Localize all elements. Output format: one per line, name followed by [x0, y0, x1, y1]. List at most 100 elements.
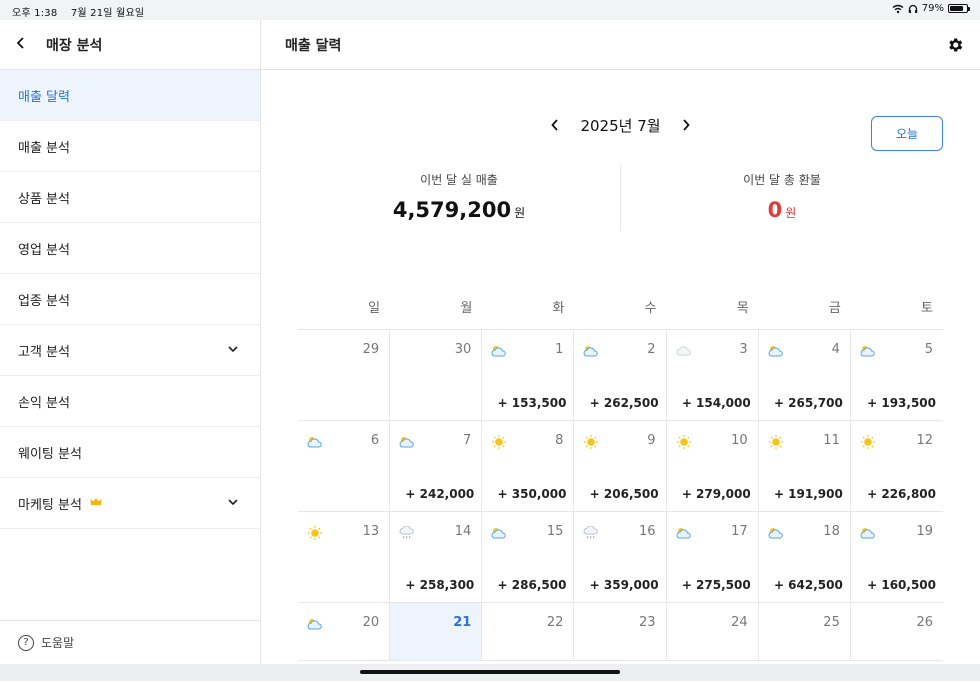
- weekday-header: 일월화수목금토: [298, 285, 943, 330]
- sidebar-item-label: 손익 분석: [18, 395, 70, 411]
- calendar-day-cell[interactable]: 11 + 191,900: [758, 421, 851, 512]
- day-number: 6: [370, 433, 380, 448]
- day-number: 19: [916, 524, 933, 539]
- refund-stat: 이번 달 총 환불 0원: [621, 165, 943, 222]
- day-number: 5: [924, 342, 933, 357]
- sidebar-item-0[interactable]: 매출 달력: [0, 70, 260, 121]
- sidebar: 매장 분석 매출 달력 매출 분석상품 분석영업 분석업종 분석고객 분석손익 분…: [0, 20, 261, 664]
- calendar-day-cell[interactable]: 6: [298, 421, 391, 512]
- question-icon: ?: [18, 634, 34, 651]
- calendar-day-cell[interactable]: 29: [298, 330, 391, 421]
- calendar-day-cell[interactable]: 8 + 350,000: [482, 421, 575, 512]
- calendar-day-cell[interactable]: 16 + 359,000: [574, 512, 667, 603]
- calendar-day-cell[interactable]: 22: [482, 603, 575, 661]
- sidebar-title: 매장 분석: [46, 37, 103, 54]
- sidebar-item-label: 업종 분석: [18, 293, 70, 309]
- calendar-day-cell[interactable]: 4 + 265,700: [758, 330, 851, 421]
- status-time: 오후 1:38: [12, 8, 58, 19]
- back-button[interactable]: [16, 34, 36, 55]
- calendar-grid: 29 30 1 + 153,500 2 + 262,500 3 + 154,000 4 + 265…: [298, 330, 943, 661]
- next-month-button[interactable]: [677, 119, 695, 135]
- prev-month-button[interactable]: [546, 119, 564, 135]
- sidebar-item-3[interactable]: 영업 분석: [0, 223, 260, 274]
- day-sales-amount: + 359,000: [589, 578, 659, 592]
- day-sales-amount: + 286,500: [497, 578, 567, 592]
- day-number: 22: [546, 615, 564, 630]
- chevron-right-icon: [683, 119, 691, 131]
- day-number: 24: [731, 615, 748, 630]
- day-number: 8: [555, 433, 564, 448]
- day-number: 13: [362, 524, 380, 539]
- calendar-day-cell[interactable]: 25: [758, 603, 851, 661]
- sidebar-item-6[interactable]: 손익 분석: [0, 376, 260, 427]
- day-sales-amount: + 206,500: [589, 487, 659, 501]
- calendar-day-cell[interactable]: 23: [574, 603, 667, 661]
- calendar-day-cell[interactable]: 20: [298, 603, 391, 661]
- cloudy-sun-icon: [306, 434, 324, 448]
- crown-icon: [90, 497, 102, 510]
- day-number: 12: [916, 433, 933, 448]
- day-number: 15: [546, 524, 564, 539]
- day-number: 10: [731, 433, 748, 448]
- today-button[interactable]: 오늘: [871, 116, 943, 151]
- day-sales-amount: + 226,800: [867, 487, 936, 501]
- sun-icon: [582, 434, 600, 449]
- weekday-label: 목: [736, 301, 749, 316]
- calendar-day-cell[interactable]: 15 + 286,500: [482, 512, 575, 603]
- headphones-icon: [908, 4, 917, 13]
- sales-unit: 원: [514, 206, 526, 220]
- help-button[interactable]: ? 도움말: [0, 620, 259, 664]
- calendar-day-cell[interactable]: 13: [298, 512, 391, 603]
- sidebar-item-1[interactable]: 매출 분석: [0, 121, 260, 172]
- day-sales-amount: + 265,700: [773, 396, 843, 410]
- sales-value: 4,579,200: [392, 198, 512, 222]
- cloud-icon: [675, 343, 693, 357]
- day-number: 26: [916, 615, 933, 630]
- calendar-day-cell[interactable]: 10 + 279,000: [666, 421, 759, 512]
- day-number: 11: [823, 433, 840, 448]
- calendar-day-cell[interactable]: 12 + 226,800: [850, 421, 943, 512]
- weekday-label: 토: [921, 301, 933, 316]
- calendar-day-cell[interactable]: 18 + 642,500: [758, 512, 851, 603]
- monthly-stats: 이번 달 실 매출 4,579,200 원 이번 달 총 환불 0원: [298, 165, 943, 231]
- battery-percent: 79%: [921, 3, 944, 14]
- day-number: 3: [739, 342, 748, 357]
- chevron-left-icon: [550, 119, 558, 131]
- sidebar-item-label: 상품 분석: [18, 191, 70, 207]
- sun-icon: [675, 434, 693, 449]
- calendar-day-cell[interactable]: 1 + 153,500: [482, 330, 575, 421]
- calendar-day-cell[interactable]: 14 + 258,300: [390, 512, 483, 603]
- sidebar-item-2[interactable]: 상품 분석: [0, 172, 260, 223]
- sidebar-item-7[interactable]: 웨이팅 분석: [0, 427, 260, 478]
- day-sales-amount: + 191,900: [773, 487, 843, 501]
- calendar-day-cell[interactable]: 3 + 154,000: [666, 330, 759, 421]
- sun-icon: [859, 434, 877, 449]
- calendar-day-cell[interactable]: 30: [390, 330, 483, 421]
- sidebar-item-8[interactable]: 마케팅 분석: [0, 478, 260, 529]
- sidebar-item-4[interactable]: 업종 분석: [0, 274, 260, 325]
- calendar-day-cell[interactable]: 17 + 275,500: [666, 512, 759, 603]
- chevron-left-icon: [16, 37, 24, 49]
- calendar-day-cell[interactable]: 5 + 193,500: [850, 330, 943, 421]
- day-sales-amount: + 153,500: [497, 396, 567, 410]
- sidebar-item-5[interactable]: 고객 분석: [0, 325, 260, 376]
- main-header: 매출 달력: [261, 20, 980, 70]
- calendar-day-cell[interactable]: 2 + 262,500: [574, 330, 667, 421]
- gear-icon[interactable]: [946, 36, 964, 54]
- day-number: 2: [647, 342, 656, 357]
- calendar-day-cell[interactable]: 24: [666, 603, 759, 661]
- day-sales-amount: + 279,000: [681, 487, 751, 501]
- weekday-label: 금: [828, 301, 841, 316]
- calendar-day-cell[interactable]: 19 + 160,500: [850, 512, 943, 603]
- day-number: 20: [362, 615, 380, 630]
- sales-calendar: 일 월 화 수 목 금 토 29 30 1 + 153,500 2 + 262,500 3 + 154,0…: [298, 285, 943, 661]
- refund-label: 이번 달 총 환불: [743, 173, 821, 187]
- day-number: 14: [454, 524, 472, 539]
- calendar-day-cell[interactable]: 7 + 242,000: [390, 421, 483, 512]
- calendar-day-cell[interactable]: 21: [390, 603, 483, 661]
- cloudy-sun-icon: [767, 525, 785, 539]
- day-number: 29: [362, 342, 380, 357]
- home-indicator[interactable]: [360, 670, 620, 674]
- calendar-day-cell[interactable]: 9 + 206,500: [574, 421, 667, 512]
- calendar-day-cell[interactable]: 26: [850, 603, 943, 661]
